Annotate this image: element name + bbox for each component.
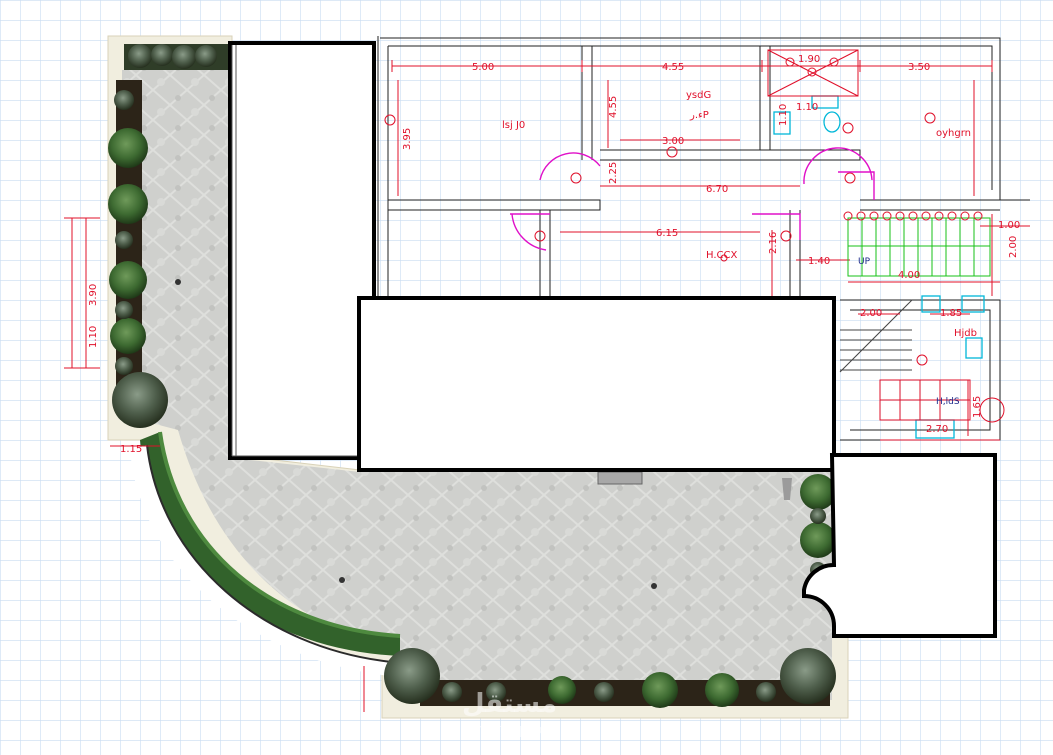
corner-tree [112, 372, 168, 428]
svg-text:1.10: 1.10 [88, 326, 99, 348]
svg-text:1.10: 1.10 [778, 104, 789, 126]
svg-text:UP: UP [858, 257, 871, 267]
svg-text:4.55: 4.55 [608, 96, 619, 118]
mask-block-center [357, 296, 836, 472]
svg-text:Hjdb: Hjdb [954, 328, 977, 339]
svg-text:6.70: 6.70 [706, 184, 728, 195]
svg-text:3.95: 3.95 [402, 128, 413, 150]
svg-text:5.00: 5.00 [472, 62, 494, 73]
svg-text:1.40: 1.40 [808, 256, 830, 267]
svg-text:1.00: 1.00 [998, 220, 1020, 231]
svg-text:3.90: 3.90 [88, 284, 99, 306]
svg-text:2.00: 2.00 [860, 308, 882, 319]
svg-text:1.85: 1.85 [940, 308, 962, 319]
svg-text:mostaql.com: mostaql.com [470, 722, 561, 738]
svg-text:H,ldS: H,ldS [936, 397, 960, 407]
svg-text:1.15: 1.15 [120, 444, 142, 455]
svg-text:1.10: 1.10 [796, 102, 818, 113]
svg-text:lsj J0: lsj J0 [502, 120, 525, 131]
floor-plan-diagram: 5.00 4.55 1.90 3.50 3.95 4.55 2.25 3.00 … [0, 0, 1053, 755]
svg-text:4.55: 4.55 [662, 62, 684, 73]
watermark: مستقل mostaql.com [462, 689, 561, 738]
svg-text:3.00: 3.00 [662, 136, 684, 147]
svg-text:3.50: 3.50 [908, 62, 930, 73]
svg-text:2.00: 2.00 [1008, 236, 1019, 258]
svg-text:4.00: 4.00 [898, 270, 920, 281]
svg-text:6.15: 6.15 [656, 228, 678, 239]
mask-block-right [802, 453, 997, 638]
svg-text:1.65: 1.65 [972, 396, 983, 418]
svg-text:مستقل: مستقل [462, 689, 557, 719]
svg-text:2.70: 2.70 [926, 424, 948, 435]
svg-text:ysdG: ysdG [686, 90, 711, 101]
mask-block-left [228, 41, 376, 460]
svg-text:ﺀ.ﺭP: ﺀ.ﺭP [689, 110, 709, 121]
svg-text:oyhgrn: oyhgrn [936, 128, 971, 139]
svg-text:H.CCX: H.CCX [706, 250, 737, 261]
svg-text:2.25: 2.25 [608, 162, 619, 184]
svg-text:2.16: 2.16 [768, 232, 779, 254]
svg-text:1.90: 1.90 [798, 54, 820, 65]
